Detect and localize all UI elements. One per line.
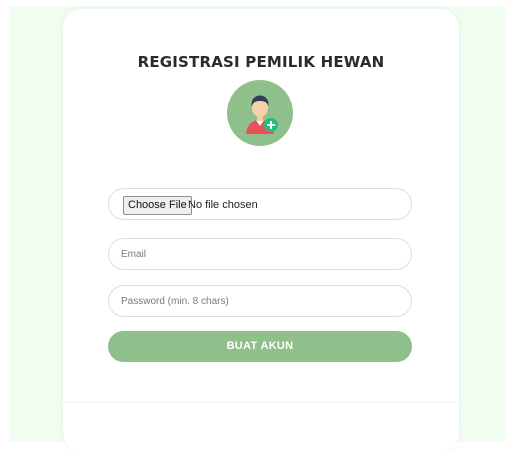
choose-file-button[interactable]: Choose File [123,196,192,215]
registration-card: REGISTRASI PEMILIK HEWAN Choose File No … [63,9,459,451]
card-divider [63,402,459,403]
file-status-text: No file chosen [188,199,258,211]
page-title: REGISTRASI PEMILIK HEWAN [137,53,385,71]
file-upload-field[interactable]: Choose File No file chosen [108,188,412,220]
email-field[interactable] [121,239,401,269]
create-account-button[interactable]: BUAT AKUN [108,331,412,362]
password-field[interactable] [121,286,401,316]
password-field-wrapper [108,285,412,317]
email-field-wrapper [108,238,412,270]
add-user-icon [227,80,293,146]
